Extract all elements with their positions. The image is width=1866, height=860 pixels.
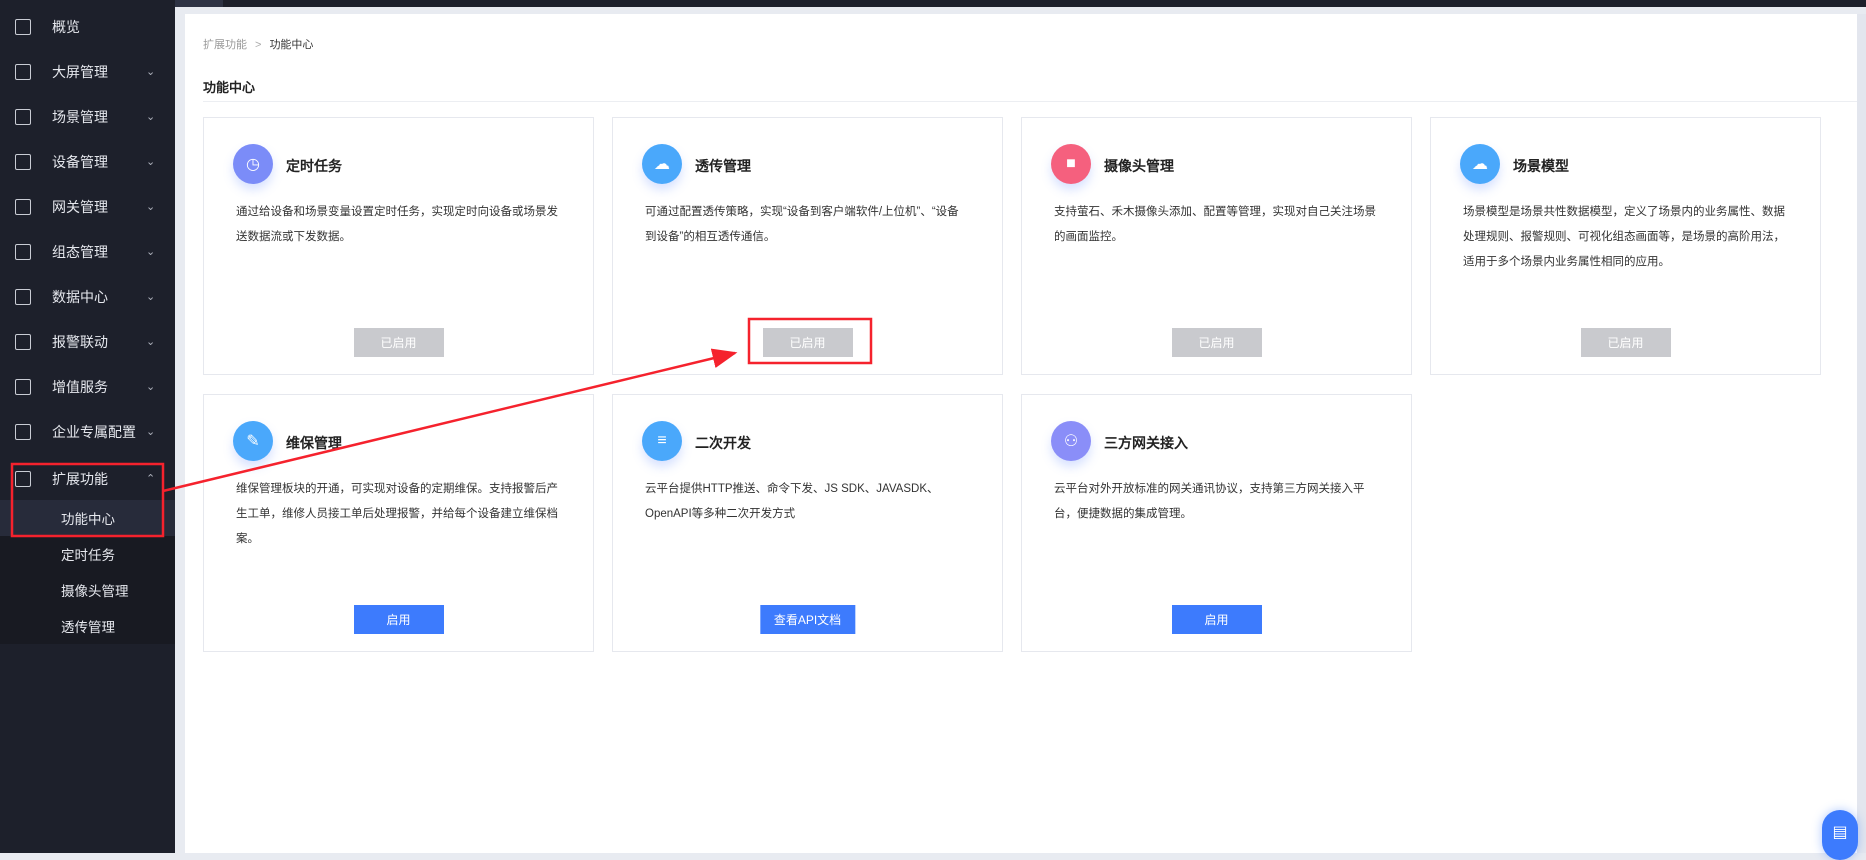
main-panel: 扩展功能 > 功能中心 功能中心 ◷ 定时任务 通过给设备和场景变量设置定时任务，实… [185,14,1857,853]
network-icon: ⚇ [1051,421,1091,461]
building-icon [15,423,31,440]
breadcrumb-separator: > [255,39,262,51]
chevron-icon: ⌄ [146,66,156,78]
sidebar-item-label: 场景管理 [52,108,108,125]
cube-icon [15,108,31,125]
sidebar-item-3[interactable]: 设备管理 ⌄ [0,139,175,184]
sidebar-item-9[interactable]: 企业专属配置 ⌄ [0,409,175,454]
card-action-button[interactable]: 查看API文档 [759,605,856,634]
sidebar-item-1[interactable]: 大屏管理 ⌄ [0,49,175,94]
grid-icon [15,470,31,487]
chevron-icon: ⌄ [146,246,156,258]
card-action-button[interactable]: 已启用 [353,328,444,357]
chevron-icon: ⌄ [146,336,156,348]
sidebar-item-4[interactable]: 网关管理 ⌄ [0,184,175,229]
sidebar-item-label: 数据中心 [52,288,108,305]
submenu-extensions: 功能中心 定时任务 摄像头管理 透传管理 [0,500,175,644]
card-action-button[interactable]: 启用 [353,605,444,634]
sidebar-item-label: 企业专属配置 [52,423,136,440]
card-title: 二次开发 [695,435,751,451]
layers-icon: ≡ [642,421,682,461]
card-title: 维保管理 [286,435,342,451]
sidebar-item-2[interactable]: 场景管理 ⌄ [0,94,175,139]
card-description: 场景模型是场景共性数据模型，定义了场景内的业务属性、数据处理规则、报警规则、可视… [1463,206,1785,268]
breadcrumb: 扩展功能 > 功能中心 [203,36,313,52]
submenu-item-camera-management[interactable]: 摄像头管理 [0,572,175,608]
chevron-icon: ⌄ [146,201,156,213]
monitor-icon [15,63,31,80]
card-description: 云平台提供HTTP推送、命令下发、JS SDK、JAVASDK、OpenAPI等… [645,483,939,520]
sidebar-item-7[interactable]: 报警联动 ⌄ [0,319,175,364]
sidebar-item-0[interactable]: 概览 [0,4,175,49]
sidebar-item-label: 设备管理 [52,153,108,170]
submenu-item-passthrough-management[interactable]: 透传管理 [0,608,175,644]
card-title: 摄像头管理 [1104,158,1174,174]
chevron-icon: ⌄ [146,426,156,438]
chevron-icon: ⌄ [146,291,156,303]
card-title: 定时任务 [286,158,342,174]
overview-icon [15,18,31,35]
card-description: 云平台对外开放标准的网关通讯协议，支持第三方网关接入平台，便捷数据的集成管理。 [1054,483,1365,520]
sidebar-item-label: 报警联动 [52,333,108,350]
card-action-button[interactable]: 已启用 [762,328,853,357]
sidebar: 概览 大屏管理 ⌄ 场景管理 ⌄ 设备管理 ⌄ 网关管理 ⌄ 组态管理 ⌄ 数据… [0,0,175,853]
sidebar-item-label: 网关管理 [52,198,108,215]
card-description: 支持萤石、禾木摄像头添加、配置等管理，实现对自己关注场景的画面监控。 [1054,206,1376,243]
cloud-icon: ☁ [642,144,682,184]
sidebar-item-10[interactable]: 扩展功能 ⌃ [0,456,175,501]
scrollbar[interactable] [1857,14,1866,853]
card-action-button[interactable]: 已启用 [1171,328,1262,357]
sidebar-item-5[interactable]: 组态管理 ⌄ [0,229,175,274]
topology-icon [15,243,31,260]
top-bar-tab[interactable] [175,0,223,7]
feature-card: ◷ 定时任务 通过给设备和场景变量设置定时任务，实现定时向设备或场景发送数据流或… [203,117,594,375]
feature-card: ■ 摄像头管理 支持萤石、禾木摄像头添加、配置等管理，实现对自己关注场景的画面监… [1021,117,1412,375]
card-title: 透传管理 [695,158,751,174]
sidebar-item-8[interactable]: 增值服务 ⌄ [0,364,175,409]
card-title: 场景模型 [1513,158,1569,174]
card-action-button[interactable]: 已启用 [1580,328,1671,357]
sidebar-item-label: 组态管理 [52,243,108,260]
sidebar-item-label: 扩展功能 [52,470,108,487]
divider [203,101,1857,102]
feature-card: ⚇ 三方网关接入 云平台对外开放标准的网关通讯协议，支持第三方网关接入平台，便捷… [1021,394,1412,652]
breadcrumb-parent[interactable]: 扩展功能 [203,39,247,51]
sidebar-item-label: 大屏管理 [52,63,108,80]
sidebar-item-6[interactable]: 数据中心 ⌄ [0,274,175,319]
feature-card: ≡ 二次开发 云平台提供HTTP推送、命令下发、JS SDK、JAVASDK、O… [612,394,1003,652]
camera-icon: ■ [1051,144,1091,184]
device-icon [15,153,31,170]
feature-card: ☁ 场景模型 场景模型是场景共性数据模型，定义了场景内的业务属性、数据处理规则、… [1430,117,1821,375]
wrench-icon: ✎ [233,421,273,461]
submenu-item-scheduled-tasks[interactable]: 定时任务 [0,536,175,572]
chevron-icon: ⌄ [146,381,156,393]
breadcrumb-current: 功能中心 [269,39,314,51]
diamond-icon [15,378,31,395]
clock-icon: ◷ [233,144,273,184]
page-title: 功能中心 [203,80,256,95]
card-description: 维保管理板块的开通，可实现对设备的定期维保。支持报警后产生工单，维修人员接工单后… [236,483,558,545]
submenu-item-function-center[interactable]: 功能中心 [0,500,175,536]
chart-icon [15,288,31,305]
feature-card: ✎ 维保管理 维保管理板块的开通，可实现对设备的定期维保。支持报警后产生工单，维… [203,394,594,652]
chevron-icon: ⌄ [146,111,156,123]
sidebar-item-label: 概览 [52,18,80,35]
chevron-icon: ⌃ [146,473,156,485]
chevron-icon: ⌄ [146,156,156,168]
gateway-icon [15,198,31,215]
cloud-icon: ☁ [1460,144,1500,184]
card-title: 三方网关接入 [1104,435,1188,451]
card-description: 可通过配置透传策略，实现“设备到客户端软件/上位机”、“设备到设备”的相互透传通… [645,206,959,243]
alarm-icon [15,333,31,350]
feature-card: ☁ 透传管理 可通过配置透传策略，实现“设备到客户端软件/上位机”、“设备到设备… [612,117,1003,375]
top-bar [175,0,1866,7]
document-icon: ▤ [1832,824,1848,841]
card-description: 通过给设备和场景变量设置定时任务，实现定时向设备或场景发送数据流或下发数据。 [236,206,558,243]
card-action-button[interactable]: 启用 [1171,605,1262,634]
sidebar-item-label: 增值服务 [52,378,108,395]
